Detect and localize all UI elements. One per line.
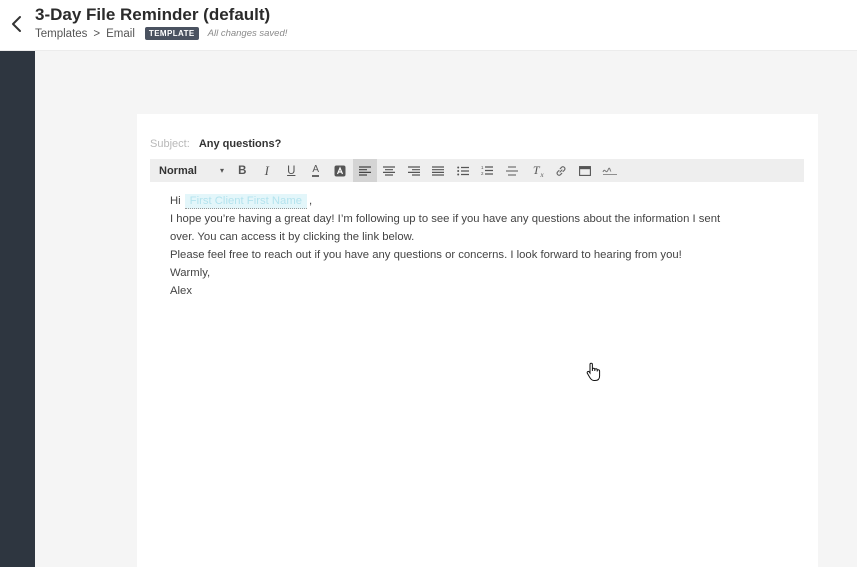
- body-line-5: Alex: [170, 285, 192, 297]
- link-icon: [556, 165, 566, 176]
- signature-button[interactable]: [598, 159, 623, 182]
- breadcrumb-separator: >: [93, 27, 101, 40]
- formatting-toolbar: Normal ▾ B I U A 1 2 T x: [150, 159, 804, 182]
- align-left-button[interactable]: [352, 159, 377, 182]
- body-line-3: Please feel free to reach out if you hav…: [170, 249, 682, 261]
- subject-label: Subject:: [150, 138, 190, 150]
- paragraph-style-value: Normal: [159, 164, 197, 177]
- bold-icon: B: [238, 164, 247, 177]
- underline-button[interactable]: U: [279, 159, 304, 182]
- underline-icon: U: [287, 164, 296, 177]
- greeting-line: Hi First Client First Name,: [170, 192, 790, 210]
- italic-button[interactable]: I: [255, 159, 280, 182]
- link-button[interactable]: [549, 159, 574, 182]
- numbered-list-button[interactable]: 1 2: [475, 159, 500, 182]
- body-line-4: Warmly,: [170, 267, 211, 279]
- font-color-icon: A: [312, 164, 320, 177]
- italic-icon: I: [264, 162, 269, 178]
- strikethrough-button[interactable]: [500, 159, 525, 182]
- paragraph-style-select[interactable]: Normal ▾: [150, 159, 230, 182]
- signature-icon: [602, 167, 617, 175]
- highlight-button[interactable]: [328, 159, 353, 182]
- font-color-button[interactable]: A: [304, 159, 329, 182]
- bold-button[interactable]: B: [230, 159, 255, 182]
- clear-formatting-icon: Tx: [532, 163, 544, 179]
- window-icon: [579, 165, 592, 176]
- svg-text:1: 1: [481, 165, 484, 170]
- clear-formatting-sub: x: [540, 171, 544, 179]
- bullet-list-button[interactable]: [451, 159, 476, 182]
- caret-down-icon: ▾: [219, 166, 224, 175]
- template-badge: TEMPLATE: [144, 27, 199, 40]
- breadcrumb: Templates > Email TEMPLATE All changes s…: [35, 27, 287, 40]
- page-title: 3-Day File Reminder (default): [35, 5, 271, 24]
- chevron-left-icon: [12, 16, 21, 32]
- greeting-text: Hi: [170, 195, 181, 207]
- numbered-list-icon: 1 2: [481, 165, 494, 176]
- back-button[interactable]: [9, 14, 25, 34]
- greeting-suffix: ,: [309, 195, 313, 207]
- breadcrumb-templates[interactable]: Templates: [35, 28, 87, 40]
- clear-formatting-button[interactable]: Tx: [524, 159, 549, 182]
- clear-formatting-glyph: T: [532, 163, 540, 177]
- breadcrumb-email: Email: [106, 27, 135, 40]
- hand-pointer-cursor-icon: [586, 362, 601, 381]
- body-line-2: over. You can access it by clicking the …: [170, 231, 415, 243]
- page-header: 3-Day File Reminder (default) Templates …: [0, 0, 857, 51]
- justify-icon: [432, 165, 445, 176]
- svg-text:2: 2: [481, 171, 484, 176]
- merge-tag-first-name[interactable]: First Client First Name: [184, 194, 308, 209]
- subject-row: Subject: Any questions?: [150, 138, 281, 150]
- save-status: All changes saved!: [207, 28, 288, 39]
- align-center-icon: [383, 165, 396, 176]
- embed-button[interactable]: [573, 159, 598, 182]
- email-body-editor[interactable]: Hi First Client First Name, I hope you’re…: [170, 192, 790, 300]
- align-right-button[interactable]: [402, 159, 427, 182]
- align-right-icon: [407, 165, 420, 176]
- justify-button[interactable]: [426, 159, 451, 182]
- align-left-icon: [358, 165, 371, 176]
- highlight-icon: [334, 165, 346, 176]
- align-center-button[interactable]: [377, 159, 402, 182]
- left-sidebar: [0, 51, 35, 567]
- subject-field[interactable]: Any questions?: [199, 138, 282, 150]
- strikethrough-icon: [505, 165, 518, 176]
- body-line-1: I hope you’re having a great day! I’m fo…: [170, 213, 721, 225]
- bullet-list-icon: [456, 166, 469, 175]
